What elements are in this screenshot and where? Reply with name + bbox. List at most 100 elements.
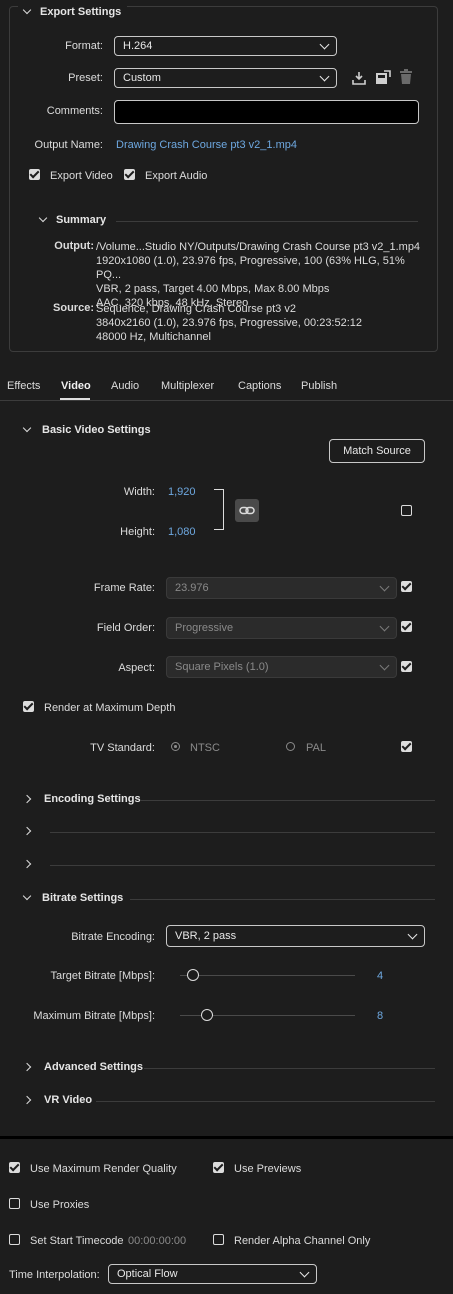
aspect-select[interactable]: Square Pixels (1.0) bbox=[166, 656, 397, 678]
export-settings-header[interactable]: Export Settings bbox=[18, 0, 128, 24]
chevron-down-icon bbox=[319, 39, 330, 50]
chevron-down-icon bbox=[379, 621, 390, 632]
render-max-depth-checkbox[interactable] bbox=[23, 701, 34, 712]
source-summary: Sequence, Drawing Crash Course pt3 v2 38… bbox=[96, 302, 426, 344]
bitrate-settings-header[interactable]: Bitrate Settings bbox=[24, 892, 123, 904]
render-alpha-label: Render Alpha Channel Only bbox=[234, 1235, 371, 1247]
aspect-override-checkbox[interactable] bbox=[401, 661, 412, 672]
chevron-down-icon bbox=[40, 212, 46, 224]
set-start-timecode-checkbox[interactable] bbox=[9, 1234, 20, 1245]
set-start-timecode-label: Set Start Timecode bbox=[30, 1235, 124, 1247]
source-summary-line: 48000 Hz, Multichannel bbox=[96, 331, 211, 343]
chevron-down-icon bbox=[379, 660, 390, 671]
ntsc-radio[interactable] bbox=[171, 742, 180, 751]
preset-value: Custom bbox=[123, 72, 161, 84]
section-divider bbox=[50, 832, 435, 833]
time-interpolation-select[interactable]: Optical Flow bbox=[108, 1264, 317, 1284]
max-render-quality-checkbox[interactable] bbox=[9, 1162, 20, 1173]
ntsc-label: NTSC bbox=[190, 742, 220, 754]
target-bitrate-label: Target Bitrate [Mbps]: bbox=[50, 970, 155, 982]
time-interpolation-value: Optical Flow bbox=[117, 1268, 178, 1280]
chevron-right-icon[interactable] bbox=[24, 858, 30, 870]
constrain-proportions-button[interactable] bbox=[235, 499, 259, 522]
target-bitrate-value[interactable]: 4 bbox=[377, 970, 383, 982]
use-proxies-label: Use Proxies bbox=[30, 1199, 90, 1211]
max-bitrate-value[interactable]: 8 bbox=[377, 1010, 383, 1022]
constrain-bracket bbox=[214, 489, 224, 530]
chevron-right-icon bbox=[24, 793, 30, 805]
match-source-button[interactable]: Match Source bbox=[329, 439, 425, 463]
target-bitrate-track[interactable] bbox=[180, 975, 355, 976]
trash-icon[interactable] bbox=[399, 69, 413, 85]
source-summary-line: 3840x2160 (1.0), 23.976 fps, Progressive… bbox=[96, 317, 363, 329]
tab-multiplexer[interactable]: Multiplexer bbox=[161, 380, 214, 392]
tab-captions[interactable]: Captions bbox=[238, 380, 281, 392]
frame-rate-label: Frame Rate: bbox=[93, 582, 155, 594]
frame-rate-override-checkbox[interactable] bbox=[401, 581, 412, 592]
basic-video-settings-title: Basic Video Settings bbox=[42, 424, 151, 436]
tab-audio[interactable]: Audio bbox=[111, 380, 139, 392]
export-video-checkbox[interactable] bbox=[29, 169, 40, 180]
vr-video-header[interactable]: VR Video bbox=[24, 1094, 92, 1106]
field-order-override-checkbox[interactable] bbox=[401, 621, 412, 632]
width-label: Width: bbox=[123, 486, 155, 498]
save-preset-icon[interactable] bbox=[375, 70, 391, 86]
summary-title: Summary bbox=[56, 214, 107, 226]
export-audio-checkbox[interactable] bbox=[124, 169, 135, 180]
import-preset-icon[interactable] bbox=[351, 70, 367, 86]
link-icon bbox=[239, 506, 255, 515]
bitrate-settings-title: Bitrate Settings bbox=[42, 892, 124, 904]
frame-rate-select[interactable]: 23.976 bbox=[166, 577, 397, 599]
width-value[interactable]: 1,920 bbox=[168, 486, 196, 498]
chevron-right-icon bbox=[24, 1061, 30, 1073]
use-proxies-checkbox[interactable] bbox=[9, 1198, 20, 1209]
height-label: Height: bbox=[120, 526, 155, 538]
start-timecode-value[interactable]: 00:00:00:00 bbox=[128, 1235, 186, 1247]
chevron-down-icon bbox=[299, 1267, 310, 1278]
source-summary-label: Source: bbox=[53, 302, 94, 314]
summary-header[interactable]: Summary bbox=[40, 214, 106, 226]
field-order-select[interactable]: Progressive bbox=[166, 617, 397, 639]
encoding-settings-header[interactable]: Encoding Settings bbox=[24, 793, 141, 805]
format-select[interactable]: H.264 bbox=[114, 36, 337, 56]
encoding-settings-title: Encoding Settings bbox=[44, 793, 141, 805]
output-summary-line: 1920x1080 (1.0), 23.976 fps, Progressive… bbox=[96, 255, 405, 281]
render-max-depth-label: Render at Maximum Depth bbox=[44, 702, 176, 714]
bitrate-encoding-value: VBR, 2 pass bbox=[175, 930, 237, 942]
bitrate-encoding-select[interactable]: VBR, 2 pass bbox=[166, 925, 425, 947]
use-previews-checkbox[interactable] bbox=[213, 1162, 224, 1173]
chevron-right-icon[interactable] bbox=[24, 825, 30, 837]
max-bitrate-thumb[interactable] bbox=[201, 1009, 213, 1021]
comments-label: Comments: bbox=[46, 105, 103, 117]
comments-input[interactable] bbox=[114, 100, 419, 124]
chevron-down-icon bbox=[24, 422, 30, 434]
bitrate-encoding-label: Bitrate Encoding: bbox=[71, 931, 155, 943]
output-name-link[interactable]: Drawing Crash Course pt3 v2_1.mp4 bbox=[116, 139, 297, 151]
export-audio-label: Export Audio bbox=[145, 170, 208, 182]
render-alpha-checkbox[interactable] bbox=[213, 1234, 224, 1245]
chevron-right-icon bbox=[24, 1094, 30, 1106]
tabs-divider bbox=[0, 400, 453, 401]
pal-radio[interactable] bbox=[286, 742, 295, 751]
tab-effects[interactable]: Effects bbox=[7, 380, 40, 392]
footer-separator bbox=[0, 1136, 453, 1139]
tab-publish[interactable]: Publish bbox=[301, 380, 337, 392]
height-value[interactable]: 1,080 bbox=[168, 526, 196, 538]
tv-standard-override-checkbox[interactable] bbox=[401, 741, 412, 752]
basic-video-settings-header[interactable]: Basic Video Settings bbox=[24, 424, 151, 436]
time-interpolation-label: Time Interpolation: bbox=[9, 1269, 100, 1281]
frame-rate-value: 23.976 bbox=[175, 582, 209, 594]
field-order-value: Progressive bbox=[175, 622, 234, 634]
bitrate-settings-divider bbox=[130, 899, 435, 900]
tab-video[interactable]: Video bbox=[61, 380, 91, 392]
override-dimensions-checkbox[interactable] bbox=[401, 505, 412, 516]
advanced-settings-header[interactable]: Advanced Settings bbox=[24, 1061, 143, 1073]
chevron-down-icon bbox=[24, 4, 30, 16]
export-video-label: Export Video bbox=[50, 170, 113, 182]
target-bitrate-thumb[interactable] bbox=[187, 969, 199, 981]
summary-divider bbox=[116, 221, 418, 222]
chevron-down-icon bbox=[407, 929, 418, 940]
use-previews-label: Use Previews bbox=[234, 1163, 302, 1175]
source-summary-line: Sequence, Drawing Crash Course pt3 v2 bbox=[96, 303, 296, 315]
preset-select[interactable]: Custom bbox=[114, 68, 337, 88]
